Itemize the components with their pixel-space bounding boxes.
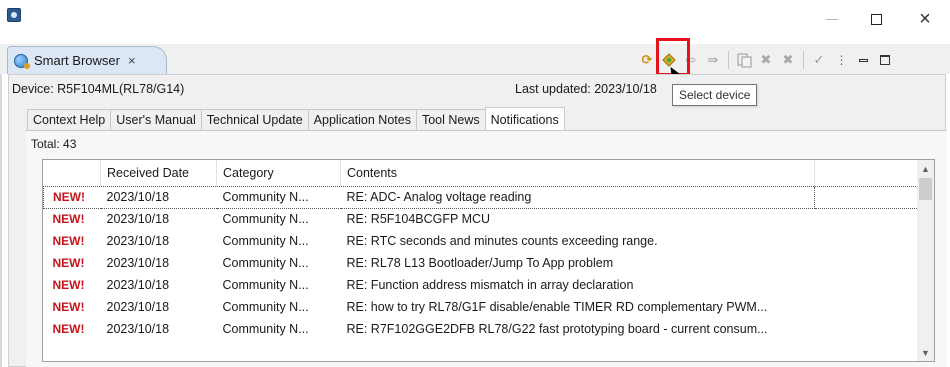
- vertical-scrollbar[interactable]: ▲ ▼: [917, 160, 934, 361]
- minimize-window-button[interactable]: [812, 0, 852, 38]
- table-header-row: Received Date Category Contents: [43, 160, 925, 186]
- select-device-tooltip: Select device: [672, 84, 758, 106]
- total-count: Total: 43: [31, 137, 77, 151]
- globe-icon: [14, 53, 30, 69]
- view-tab-label: Smart Browser: [34, 53, 120, 68]
- arrow-double-right-icon[interactable]: ⇛: [702, 49, 724, 71]
- new-badge: NEW!: [52, 278, 85, 292]
- tab-tool-news[interactable]: Tool News: [415, 109, 485, 131]
- category-cell: Community N...: [216, 185, 341, 209]
- received-date-cell: 2023/10/18: [106, 234, 170, 248]
- contents-cell[interactable]: RE: RTC seconds and minutes counts excee…: [341, 230, 815, 252]
- received-date-cell: 2023/10/18: [106, 212, 170, 227]
- new-badge: NEW!: [52, 322, 85, 336]
- extra-cell: [815, 208, 925, 230]
- contents-cell[interactable]: RE: how to try RL78/G1F disable/enable T…: [341, 296, 815, 318]
- view-tab-smart-browser[interactable]: Smart Browser ×: [7, 46, 167, 74]
- toolbar-separator: [728, 51, 729, 69]
- tab-users-manual[interactable]: User's Manual: [110, 109, 201, 131]
- received-date-cell: 2023/10/18: [106, 256, 170, 270]
- window-titlebar: ×: [0, 0, 950, 38]
- table-row[interactable]: NEW! 2023/10/18 Community N... RE: how t…: [44, 296, 925, 318]
- tab-context-help[interactable]: Context Help: [27, 109, 111, 131]
- minimize-icon: [826, 18, 838, 20]
- column-header-contents[interactable]: Contents: [340, 160, 815, 186]
- maximize-icon: [870, 13, 882, 25]
- view-menu-icon[interactable]: ⋮: [830, 49, 852, 71]
- table-row[interactable]: NEW! 2023/10/18 Community N... RE: R5F10…: [44, 208, 925, 230]
- table-row[interactable]: NEW! 2023/10/18 Community N... RE: RL78 …: [44, 252, 925, 274]
- contents-cell[interactable]: RE: Function address mismatch in array d…: [341, 274, 815, 296]
- column-header-category[interactable]: Category: [216, 160, 341, 186]
- category-cell: Community N...: [222, 256, 309, 270]
- scroll-up-arrow-icon[interactable]: ▲: [917, 160, 934, 177]
- document-icon[interactable]: [733, 49, 755, 71]
- scrollbar-thumb[interactable]: [919, 178, 932, 200]
- column-header-received-date[interactable]: Received Date: [100, 160, 217, 186]
- extra-cell: [815, 230, 925, 252]
- delete-icon[interactable]: ✖: [755, 49, 777, 71]
- contents-cell[interactable]: RE: ADC- Analog voltage reading: [340, 185, 815, 209]
- extra-cell: [815, 318, 925, 340]
- new-badge: NEW!: [43, 185, 101, 209]
- received-date-cell: 2023/10/18: [100, 185, 217, 209]
- new-badge: NEW!: [52, 256, 85, 270]
- extra-cell: [815, 274, 925, 296]
- table-row[interactable]: NEW! 2023/10/18 Community N... RE: RTC s…: [44, 230, 925, 252]
- contents-cell[interactable]: RE: R7F102GGE2DFB RL78/G22 fast prototyp…: [341, 318, 815, 340]
- category-cell: Community N...: [222, 322, 309, 336]
- received-date-cell: 2023/10/18: [106, 300, 170, 314]
- new-badge: NEW!: [52, 234, 85, 248]
- column-header-extra[interactable]: [814, 160, 925, 186]
- category-cell: Community N...: [222, 300, 309, 314]
- category-cell: Community N...: [222, 212, 309, 227]
- view-tab-close-button[interactable]: ×: [128, 53, 136, 68]
- left-edge: [0, 74, 2, 367]
- delete-all-icon[interactable]: ✖: [777, 49, 799, 71]
- notifications-panel: Total: 43 Received Date Category Content…: [26, 130, 947, 367]
- view-maximize-icon[interactable]: [874, 49, 896, 71]
- table-row[interactable]: NEW! 2023/10/18 Community N... RE: R7F10…: [44, 318, 925, 340]
- checkmark-icon[interactable]: ✓: [808, 49, 830, 71]
- table-row[interactable]: NEW! 2023/10/18 Community N... RE: ADC- …: [43, 185, 925, 209]
- last-updated-label: Last updated: 2023/10/18: [515, 82, 657, 96]
- new-badge: NEW!: [52, 300, 85, 314]
- app-icon: [7, 8, 21, 22]
- contents-cell[interactable]: RE: RL78 L13 Bootloader/Jump To App prob…: [341, 252, 815, 274]
- smart-browser-content: Device: R5F104ML(RL78/G14) Last updated:…: [8, 74, 947, 367]
- category-cell: Community N...: [222, 278, 309, 292]
- category-cell: Community N...: [222, 234, 309, 248]
- scroll-down-arrow-icon[interactable]: ▼: [917, 344, 934, 361]
- tab-notifications[interactable]: Notifications: [484, 107, 565, 131]
- tab-application-notes[interactable]: Application Notes: [307, 109, 416, 131]
- refresh-icon[interactable]: ⟳: [636, 49, 658, 71]
- maximize-window-button[interactable]: [856, 0, 896, 38]
- device-label: Device: R5F104ML(RL78/G14): [12, 82, 185, 96]
- notifications-table: Received Date Category Contents NEW! 202…: [42, 159, 935, 362]
- received-date-cell: 2023/10/18: [106, 278, 170, 292]
- contents-cell[interactable]: RE: R5F104BCGFP MCU: [341, 208, 815, 230]
- new-badge: NEW!: [52, 212, 85, 227]
- toolbar-separator: [803, 51, 804, 69]
- received-date-cell: 2023/10/18: [106, 322, 170, 336]
- table-row[interactable]: NEW! 2023/10/18 Community N... RE: Funct…: [44, 274, 925, 296]
- column-header-badge[interactable]: [43, 160, 101, 186]
- extra-cell: [814, 185, 925, 209]
- browser-tabs: Context Help User's Manual Technical Upd…: [27, 107, 565, 131]
- extra-cell: [815, 252, 925, 274]
- close-window-button[interactable]: ×: [905, 0, 945, 38]
- tab-technical-update[interactable]: Technical Update: [200, 109, 308, 131]
- view-minimize-icon[interactable]: [852, 49, 874, 71]
- extra-cell: [815, 296, 925, 318]
